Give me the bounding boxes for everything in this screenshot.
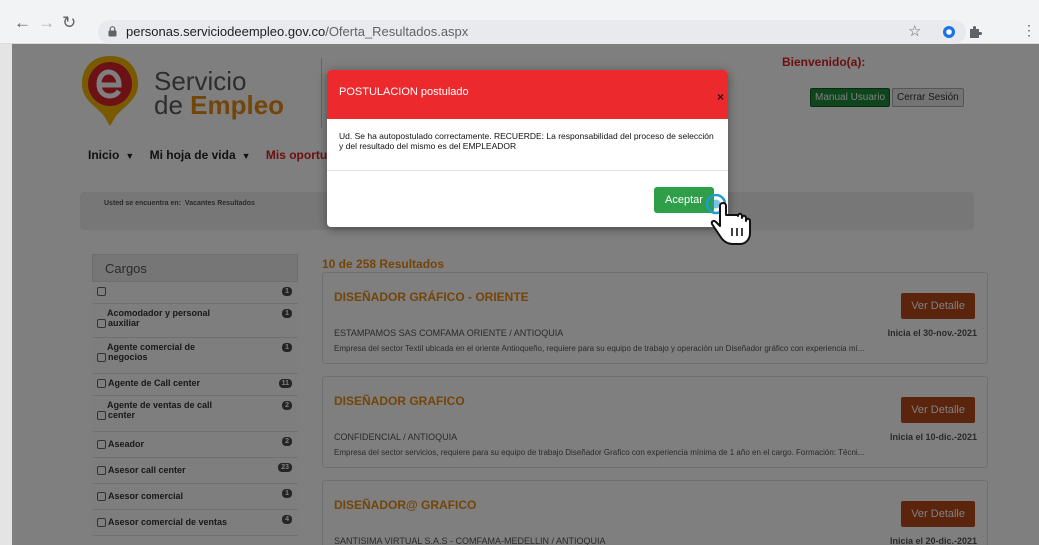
address-bar[interactable]: personas.serviciodeempleo.gov.co/Oferta_… [98,20,966,44]
modal-divider [327,170,728,171]
back-arrow-icon[interactable]: ← [14,14,31,31]
menu-dots-icon[interactable]: ⋮ [1022,22,1036,39]
star-icon[interactable]: ☆ [908,22,921,40]
forward-arrow-icon[interactable]: → [38,14,55,31]
url-text: personas.serviciodeempleo.gov.co/Oferta_… [126,24,469,39]
reload-icon[interactable]: ↻ [62,14,76,31]
accept-button[interactable]: Aceptar [654,187,714,213]
extension-icon[interactable] [942,25,956,39]
application-modal: POSTULACION postulado × Ud. Se ha autopo… [327,70,728,227]
modal-message: Ud. Se ha autopostulado correctamente. R… [339,131,714,151]
close-icon[interactable]: × [717,90,724,104]
page-viewport: Servicio de Empleo Bienvenido(a): Manual… [12,44,1039,545]
lock-icon [108,26,117,37]
browser-toolbar: ← → ↻ personas.serviciodeempleo.gov.co/O… [0,0,1039,44]
modal-header: POSTULACION postulado × [327,70,728,119]
modal-title: POSTULACION postulado [339,86,469,98]
hand-cursor-icon [706,194,751,245]
puzzle-icon[interactable] [968,25,982,39]
